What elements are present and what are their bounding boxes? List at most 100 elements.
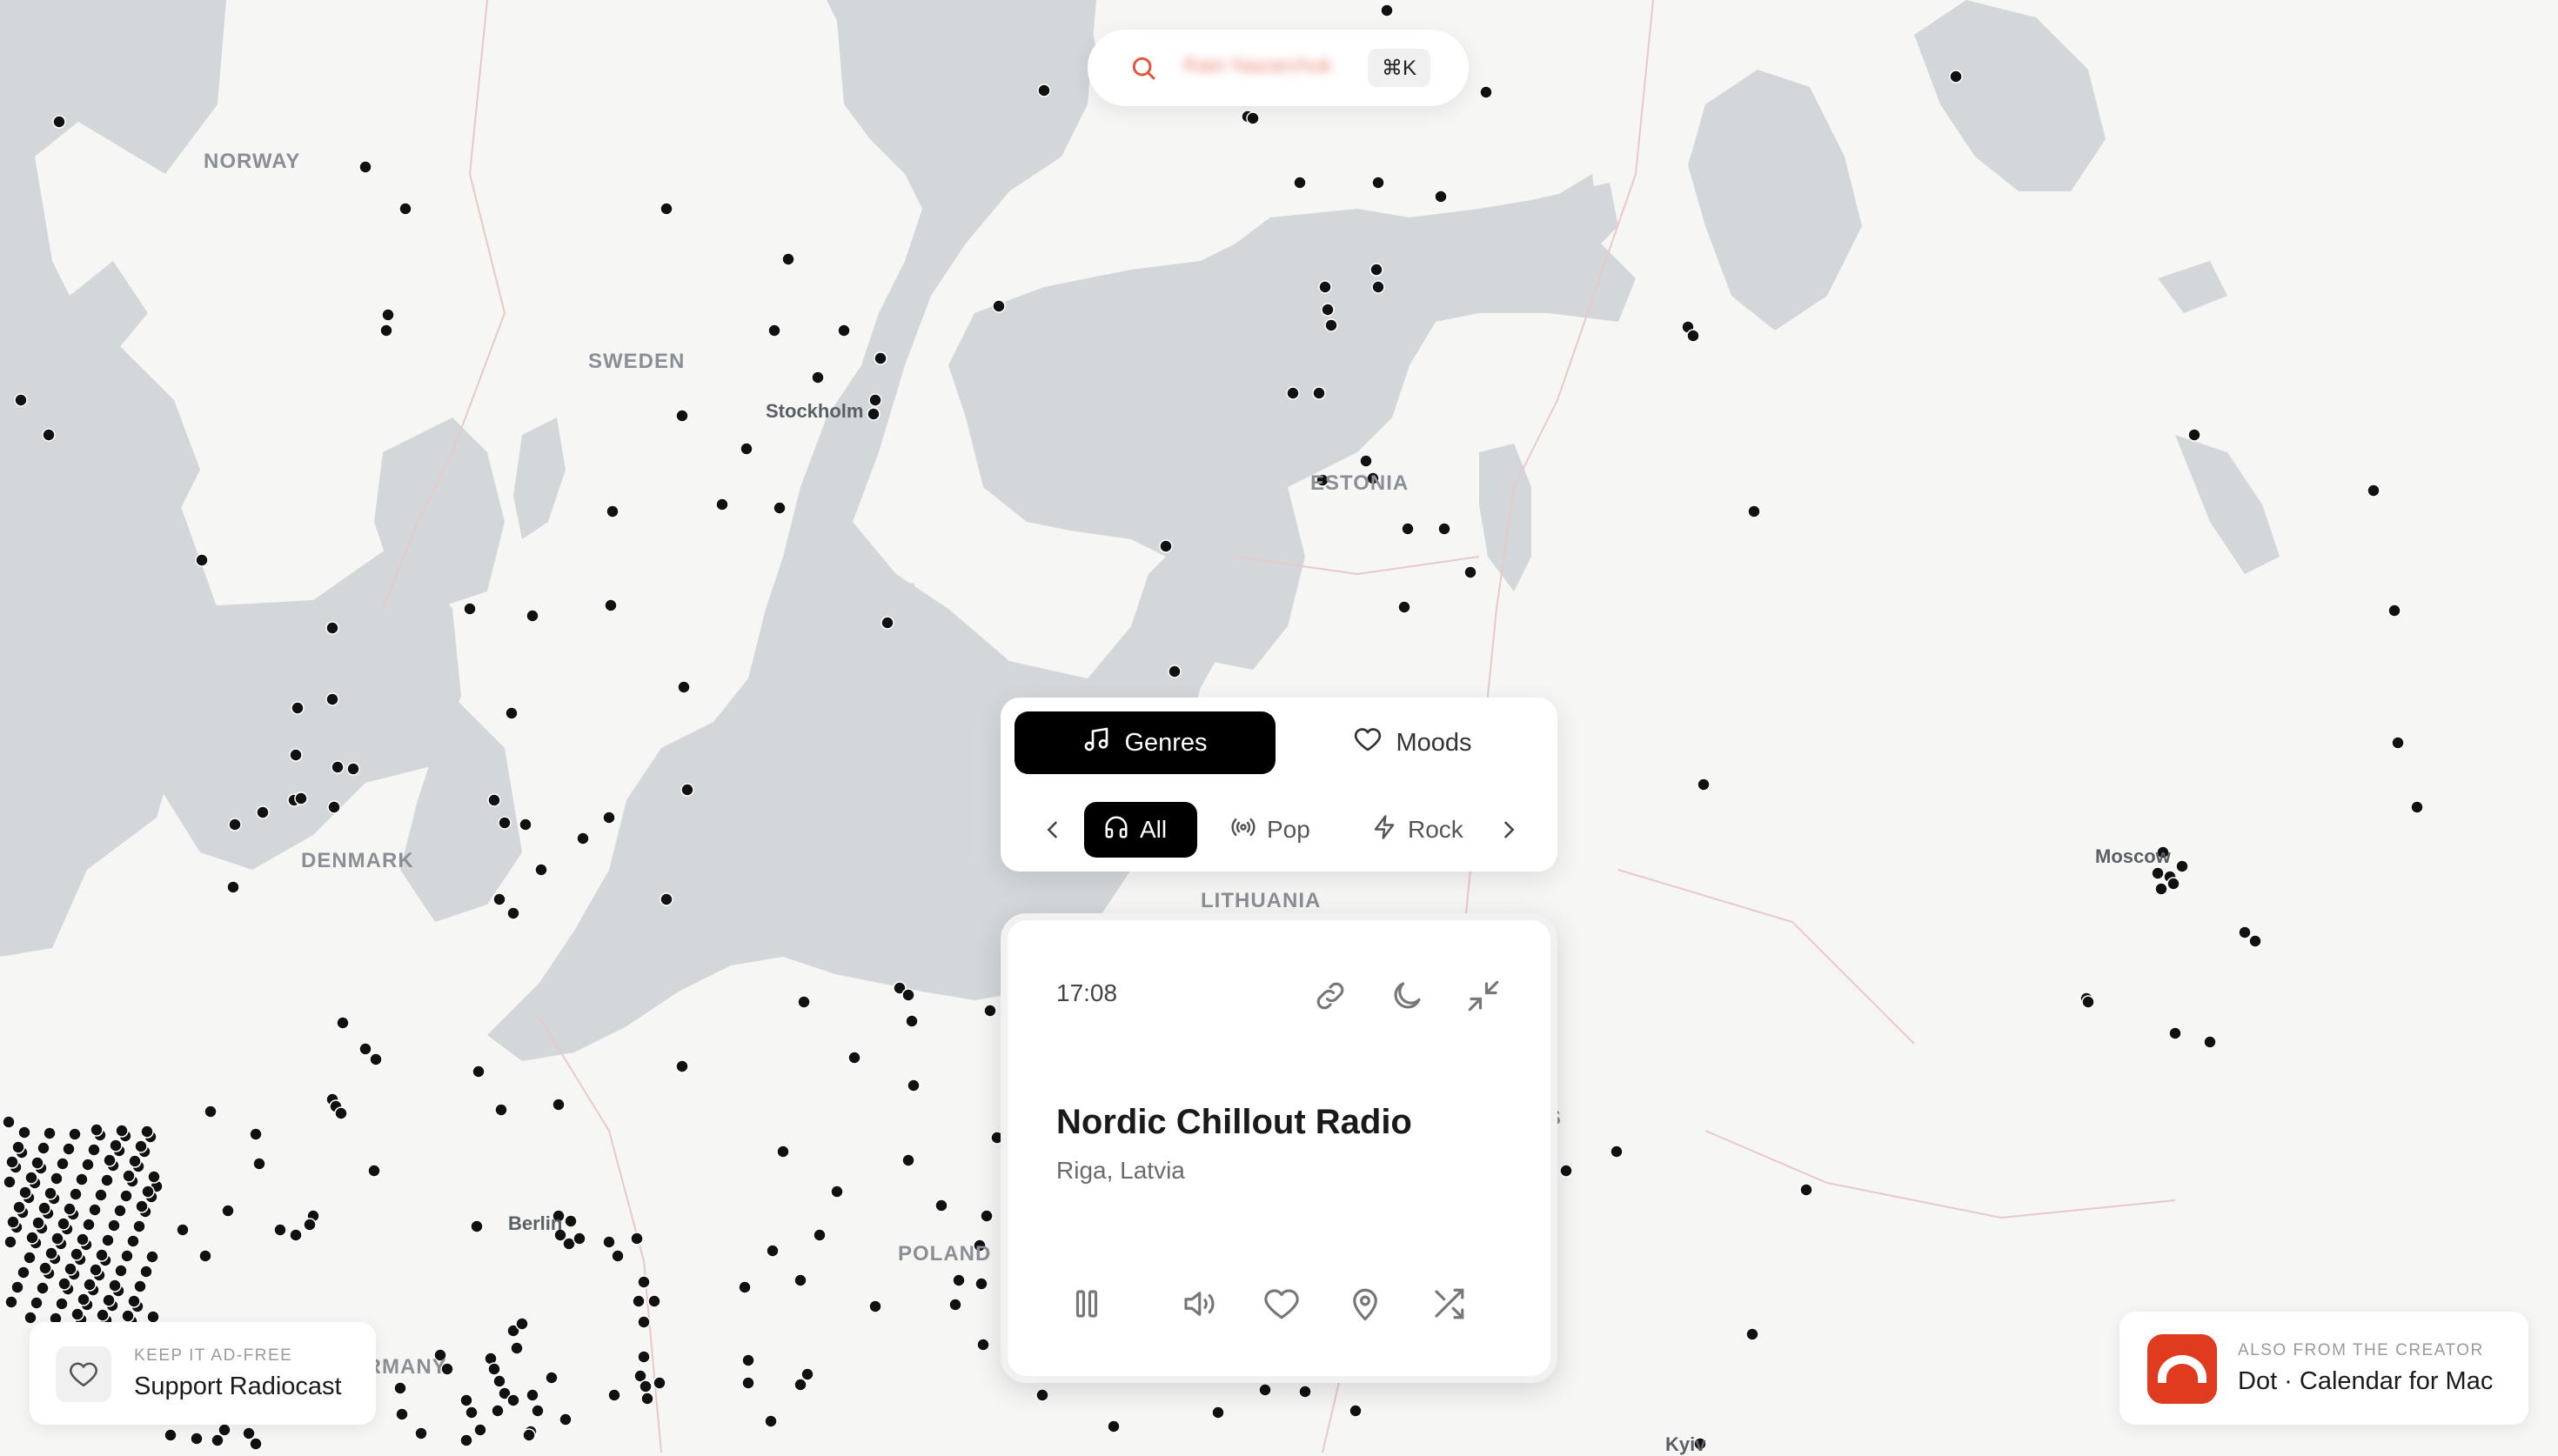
station-marker[interactable] <box>1107 1419 1121 1433</box>
station-marker[interactable] <box>147 1170 161 1184</box>
station-marker[interactable] <box>632 1294 646 1308</box>
station-marker[interactable] <box>23 1251 37 1265</box>
station-marker[interactable] <box>741 1353 755 1367</box>
station-marker[interactable] <box>2387 604 2401 618</box>
station-marker[interactable] <box>980 1209 994 1223</box>
station-marker[interactable] <box>76 1232 90 1246</box>
station-marker[interactable] <box>934 1199 948 1212</box>
station-marker[interactable] <box>108 1279 122 1292</box>
station-marker[interactable] <box>121 1309 135 1323</box>
station-marker[interactable] <box>766 1244 780 1258</box>
station-marker[interactable] <box>1610 1145 1624 1159</box>
support-card[interactable]: KEEP IT AD-FREE Support Radiocast <box>30 1322 376 1425</box>
station-marker[interactable] <box>1035 1388 1049 1402</box>
chip-pop[interactable]: Pop <box>1211 802 1350 858</box>
station-marker[interactable] <box>675 1059 689 1073</box>
station-marker[interactable] <box>81 1158 95 1172</box>
station-marker[interactable] <box>473 1423 487 1437</box>
station-marker[interactable] <box>414 1426 428 1440</box>
station-marker[interactable] <box>492 892 506 906</box>
station-marker[interactable] <box>103 1153 117 1167</box>
tab-moods[interactable]: Moods <box>1282 711 1544 774</box>
station-marker[interactable] <box>611 1249 625 1263</box>
station-marker[interactable] <box>640 1392 654 1406</box>
station-marker[interactable] <box>88 1203 102 1217</box>
station-marker[interactable] <box>139 1265 153 1279</box>
station-marker[interactable] <box>70 1307 84 1321</box>
station-marker[interactable] <box>660 892 673 906</box>
station-marker[interactable] <box>983 1004 997 1018</box>
station-marker[interactable] <box>226 880 240 894</box>
station-marker[interactable] <box>141 1185 155 1199</box>
station-marker[interactable] <box>101 1233 115 1247</box>
station-marker[interactable] <box>18 1186 32 1199</box>
station-marker[interactable] <box>57 1277 71 1291</box>
station-marker[interactable] <box>510 1341 524 1355</box>
station-marker[interactable] <box>1747 504 1761 518</box>
station-marker[interactable] <box>1246 111 1260 125</box>
station-marker[interactable] <box>740 442 753 456</box>
location-pin-icon[interactable] <box>1347 1286 1383 1322</box>
chevron-left-icon[interactable] <box>1032 809 1074 851</box>
station-marker[interactable] <box>198 1249 212 1263</box>
station-marker[interactable] <box>336 1016 350 1030</box>
station-marker[interactable] <box>256 805 270 819</box>
station-marker[interactable] <box>107 1219 121 1232</box>
station-marker[interactable] <box>1745 1327 1759 1341</box>
station-marker[interactable] <box>14 393 28 407</box>
station-marker[interactable] <box>228 818 242 832</box>
station-marker[interactable] <box>573 1232 586 1246</box>
station-marker[interactable] <box>30 1156 44 1170</box>
station-marker[interactable] <box>738 1280 752 1294</box>
station-marker[interactable] <box>1463 565 1477 579</box>
station-marker[interactable] <box>44 1246 58 1260</box>
station-marker[interactable] <box>1293 176 1307 190</box>
station-marker[interactable] <box>17 1125 31 1139</box>
station-marker[interactable] <box>128 1154 142 1168</box>
station-marker[interactable] <box>881 616 894 630</box>
station-marker[interactable] <box>1479 85 1493 99</box>
station-marker[interactable] <box>90 1123 104 1137</box>
station-marker[interactable] <box>637 1275 651 1289</box>
station-marker[interactable] <box>1949 70 1963 83</box>
station-marker[interactable] <box>1312 386 1326 400</box>
station-marker[interactable] <box>506 1393 520 1407</box>
station-marker[interactable] <box>358 1042 372 1056</box>
station-marker[interactable] <box>331 760 345 774</box>
station-marker[interactable] <box>741 1376 755 1390</box>
station-marker[interactable] <box>325 621 339 635</box>
station-marker[interactable] <box>847 1051 861 1065</box>
station-marker[interactable] <box>901 1153 915 1167</box>
station-marker[interactable] <box>559 1413 573 1426</box>
station-marker[interactable] <box>465 1406 479 1419</box>
station-marker[interactable] <box>119 1189 133 1203</box>
station-marker[interactable] <box>811 371 825 384</box>
station-marker[interactable] <box>50 1232 64 1246</box>
station-marker[interactable] <box>1037 83 1051 97</box>
station-marker[interactable] <box>1371 280 1385 294</box>
station-marker[interactable] <box>1211 1406 1225 1419</box>
station-marker[interactable] <box>545 1371 559 1385</box>
station-marker[interactable] <box>204 1105 218 1119</box>
station-marker[interactable] <box>1434 190 1448 204</box>
station-marker[interactable] <box>675 409 689 423</box>
station-marker[interactable] <box>69 1187 83 1201</box>
station-marker[interactable] <box>1686 329 1700 343</box>
station-marker[interactable] <box>1397 600 1411 614</box>
station-marker[interactable] <box>146 1310 160 1324</box>
station-marker[interactable] <box>607 1388 621 1402</box>
station-marker[interactable] <box>794 1378 807 1392</box>
search-bar[interactable]: Rain Nazarchuk ⌘K <box>1088 30 1469 106</box>
station-marker[interactable] <box>2187 428 2201 442</box>
station-marker[interactable] <box>57 1217 70 1231</box>
station-marker[interactable] <box>367 1164 381 1178</box>
station-marker[interactable] <box>2410 800 2424 814</box>
station-marker[interactable] <box>531 1404 545 1418</box>
station-marker[interactable] <box>325 692 339 706</box>
station-marker[interactable] <box>5 1155 19 1169</box>
station-marker[interactable] <box>764 1414 778 1428</box>
station-marker[interactable] <box>653 1376 666 1390</box>
station-marker[interactable] <box>1298 1385 1312 1399</box>
station-marker[interactable] <box>3 1235 17 1249</box>
station-marker[interactable] <box>17 1266 30 1279</box>
